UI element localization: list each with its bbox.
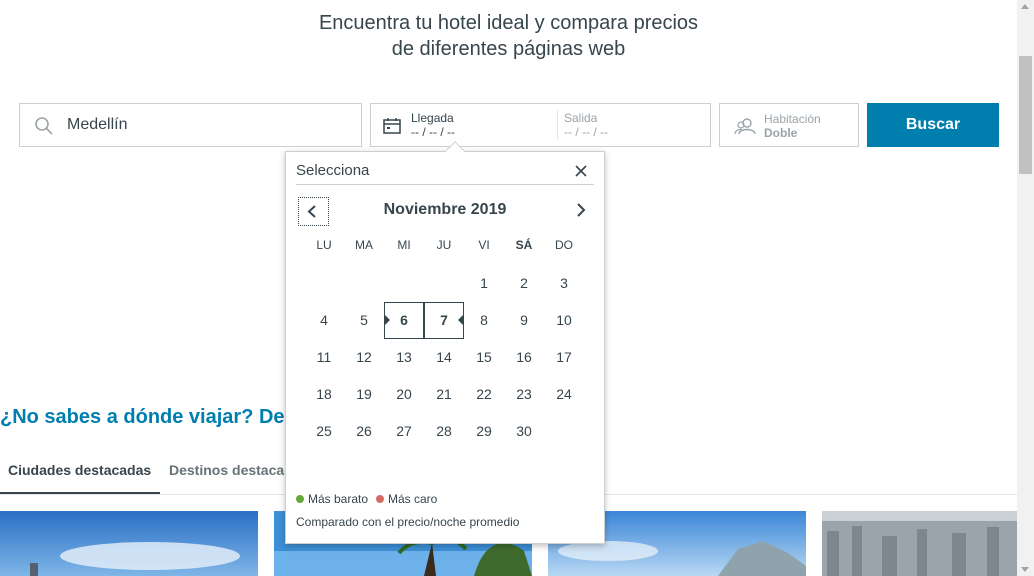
calendar-day[interactable]: 22 <box>464 376 504 413</box>
popup-divider <box>296 184 594 185</box>
checkout-label: Salida <box>564 111 598 125</box>
destination-field[interactable]: Medellín <box>19 103 362 147</box>
calendar-day[interactable]: 1 <box>464 265 504 302</box>
search-button[interactable]: Buscar <box>867 103 999 147</box>
scrollbar-thumb[interactable] <box>1019 56 1032 174</box>
calendar-day[interactable]: 9 <box>504 302 544 339</box>
scroll-down-arrow-icon[interactable] <box>1021 567 1029 572</box>
date-picker-title: Selecciona <box>296 162 370 179</box>
calendar-day[interactable]: 19 <box>344 376 384 413</box>
legend-cheaper: Más barato <box>296 492 368 506</box>
calendar-day[interactable]: 11 <box>304 339 344 376</box>
calendar-day[interactable]: 20 <box>384 376 424 413</box>
weekday-label: VI <box>478 238 490 252</box>
page-scrollbar[interactable] <box>1017 0 1034 576</box>
close-icon[interactable] <box>574 164 588 178</box>
weekday-label: MI <box>397 238 411 252</box>
date-range-field[interactable]: Llegada -- / -- / -- Salida -- / -- / -- <box>370 103 711 147</box>
calendar-day[interactable]: 13 <box>384 339 424 376</box>
calendar-day-selected[interactable]: 6 <box>384 302 424 339</box>
weekday-label: SÁ <box>515 238 533 252</box>
legend-expensive-label: Más caro <box>388 492 438 506</box>
price-comparison-note: Comparado con el precio/noche promedio <box>296 515 520 529</box>
weekday-label: JU <box>436 238 452 252</box>
range-start-marker-icon <box>384 314 390 326</box>
calendar-day[interactable]: 10 <box>544 302 584 339</box>
room-label: Habitación <box>764 112 821 126</box>
calendar-day[interactable]: 8 <box>464 302 504 339</box>
month-label: Noviembre 2019 <box>383 201 507 218</box>
checkin-label: Llegada <box>411 111 454 125</box>
hero-title-line-1: Encuentra tu hotel ideal y compara preci… <box>318 12 699 34</box>
tab-featured-destinations[interactable]: Destinos destaca <box>169 462 284 478</box>
weekday-label: DO <box>555 238 573 252</box>
calendar-day[interactable]: 18 <box>304 376 344 413</box>
calendar-day[interactable]: 14 <box>424 339 464 376</box>
room-value: Doble <box>764 126 798 140</box>
calendar-day[interactable]: 17 <box>544 339 584 376</box>
calendar-day[interactable]: 12 <box>344 339 384 376</box>
chevron-right-icon <box>577 203 586 217</box>
calendar-day[interactable]: 25 <box>304 413 344 450</box>
calendar-day[interactable]: 28 <box>424 413 464 450</box>
calendar-day[interactable]: 21 <box>424 376 464 413</box>
search-icon <box>34 116 54 136</box>
calendar-day[interactable]: 2 <box>504 265 544 302</box>
legend-dot-icon <box>296 495 304 503</box>
weekday-label: LU <box>316 238 332 252</box>
calendar-day[interactable]: 15 <box>464 339 504 376</box>
weekday-label: MA <box>355 238 373 252</box>
destination-value: Medellín <box>67 116 128 133</box>
destination-card-image[interactable] <box>0 511 258 576</box>
scroll-up-arrow-icon[interactable] <box>1021 4 1029 9</box>
tab-featured-cities[interactable]: Ciudades destacadas <box>8 462 151 478</box>
calendar-day[interactable]: 4 <box>304 302 344 339</box>
calendar-day[interactable]: 3 <box>544 265 584 302</box>
calendar-day[interactable]: 23 <box>504 376 544 413</box>
calendar-day[interactable]: 29 <box>464 413 504 450</box>
calendar-day[interactable]: 5 <box>344 302 384 339</box>
room-field[interactable]: Habitación Doble <box>719 103 859 147</box>
date-separator <box>557 110 558 140</box>
guests-icon <box>734 116 756 136</box>
calendar-day[interactable]: 24 <box>544 376 584 413</box>
calendar-day[interactable]: 30 <box>504 413 544 450</box>
legend-dot-icon <box>376 495 384 503</box>
date-picker-popup: Selecciona Noviembre 2019 LU MA MI JU VI SÁ DO… <box>285 141 605 544</box>
checkin-value[interactable]: -- / -- / -- <box>411 125 455 139</box>
calendar-day[interactable]: 26 <box>344 413 384 450</box>
hero-title: Encuentra tu hotel ideal y compara preci… <box>0 10 1017 62</box>
calendar-day[interactable]: 16 <box>504 339 544 376</box>
next-month-button[interactable] <box>573 199 589 221</box>
destination-card-image[interactable] <box>822 511 1017 576</box>
calendar-day[interactable]: 27 <box>384 413 424 450</box>
calendar-icon <box>382 116 402 136</box>
section-title: ¿No sabes a dónde viajar? De <box>0 406 285 428</box>
legend-cheaper-label: Más barato <box>308 492 369 506</box>
checkout-value[interactable]: -- / -- / -- <box>564 125 608 139</box>
legend-expensive: Más caro <box>376 492 437 506</box>
hero-title-line-2: de diferentes páginas web <box>391 38 626 60</box>
